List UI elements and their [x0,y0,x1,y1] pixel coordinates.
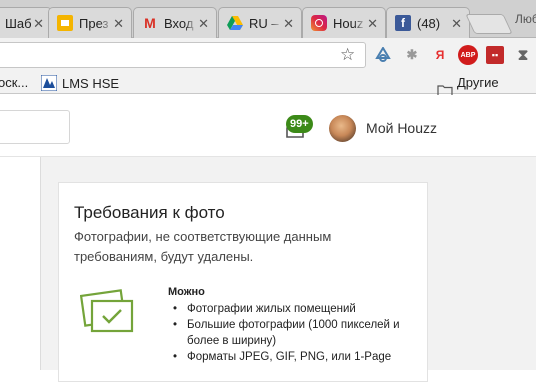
tab-fade [353,8,367,38]
tab-title: (48) [417,15,441,31]
hourglass-icon[interactable]: ⧗ [514,46,532,64]
tab-1[interactable]: Шаб ✕ [0,7,52,38]
yandex-icon[interactable]: Я [431,46,449,64]
bookmark-lms[interactable]: LMS HSE [41,75,119,91]
instagram-icon [311,15,327,31]
photo-requirements-card: Требования к фото Фотографии, не соответ… [58,182,428,382]
card-title: Требования к фото [74,203,225,222]
tab-5[interactable]: Houz ✕ [302,7,386,38]
new-tab-button[interactable] [465,14,513,34]
tab-4[interactable]: RU – ✕ [218,7,302,38]
close-icon[interactable]: ✕ [198,16,209,32]
tab-title: Шаб [5,15,32,31]
lms-icon [41,75,57,91]
site-header: 99+ Мой Houzz [0,95,536,157]
paw-icon[interactable]: ✱ [403,46,421,64]
notifications-badge[interactable]: 99+ [286,115,313,133]
slides-icon [57,15,73,31]
address-bar[interactable]: ☆ [0,42,366,68]
left-panel [0,157,41,370]
my-houzz-link[interactable]: Мой Houzz [366,120,437,136]
tab-3[interactable]: M Вход ✕ [133,7,217,38]
list-item: Большие фотографии (1000 пикселей и боле… [168,317,418,349]
close-icon[interactable]: ✕ [451,16,462,32]
tab-strip: Шаб ✕ През ✕ M Вход ✕ RU – ✕ Houz ✕ f (4… [0,0,536,38]
adblock-icon[interactable]: ABP [458,45,478,65]
browser-toolbar: ☆ ✱ Я ABP ▪▪ ⧗ [0,38,536,72]
allowed-list: Фотографии жилых помещений Большие фотог… [168,301,418,365]
main-content: Требования к фото Фотографии, не соответ… [0,157,536,382]
avatar[interactable] [329,115,356,142]
close-icon[interactable]: ✕ [367,16,378,32]
tab-fade [99,8,113,38]
tab-fade [269,8,283,38]
pocket-icon[interactable]: ▪▪ [486,46,504,64]
facebook-icon: f [395,15,411,31]
drive-icon [227,15,243,31]
close-icon[interactable]: ✕ [113,16,124,32]
bookmarks-bar: оск... LMS HSE Другие закла [0,72,536,105]
close-icon[interactable]: ✕ [33,16,44,32]
extension-lastpass-icon[interactable] [374,46,392,64]
tab-6[interactable]: f (48) ✕ [386,7,470,38]
photos-check-icon [80,289,134,333]
tab-fade [184,8,198,38]
list-item: Фотографии жилых помещений [168,301,418,317]
tab-2[interactable]: През ✕ [48,7,132,38]
window-user-label: Люб [515,12,536,26]
close-icon[interactable]: ✕ [283,16,294,32]
card-subtitle: Фотографии, не соответствующие данным тр… [74,229,332,264]
search-input[interactable] [0,110,70,144]
bookmark-lms-label: LMS HSE [62,75,120,91]
list-item: Форматы JPEG, GIF, PNG, или 1-Page [168,349,418,365]
gmail-icon: M [144,15,156,31]
allowed-title: Можно [168,286,205,298]
bookmark-star-icon[interactable]: ☆ [340,45,355,65]
bookmark-partial[interactable]: оск... [0,75,28,90]
